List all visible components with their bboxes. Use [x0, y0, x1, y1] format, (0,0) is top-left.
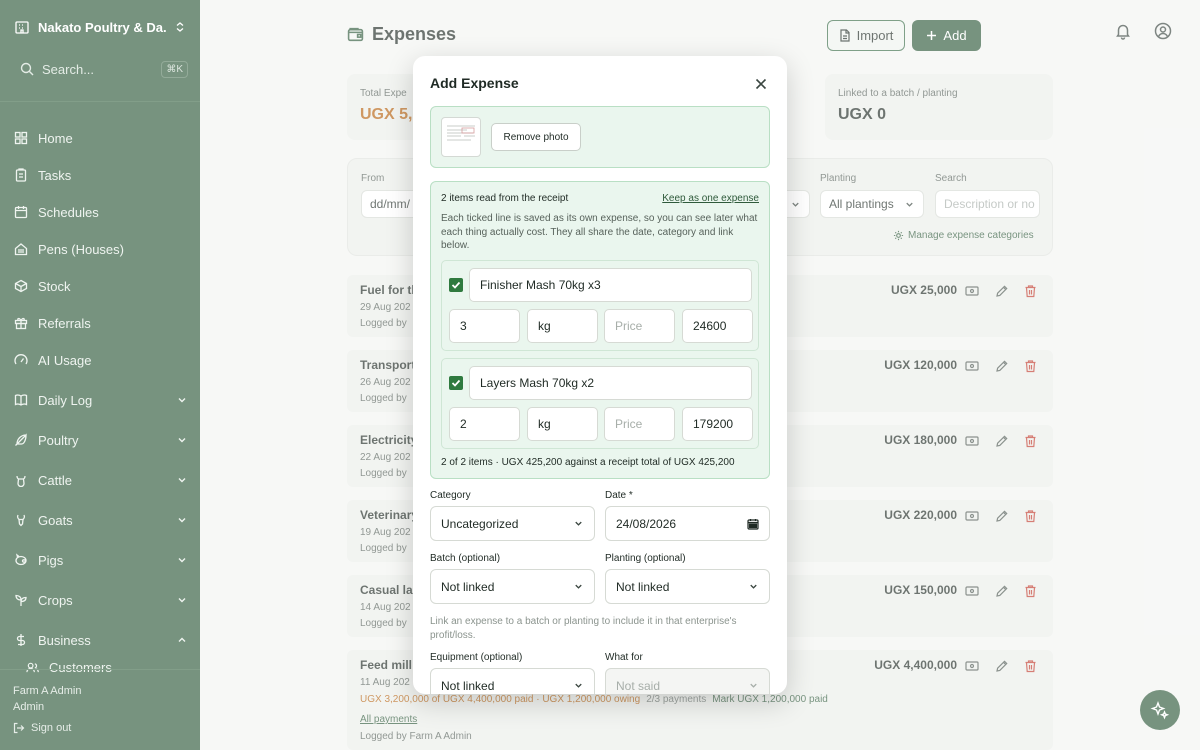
dialog-title: Add Expense — [430, 75, 519, 91]
date-label: Date * — [605, 490, 633, 501]
close-button[interactable] — [751, 74, 771, 94]
planting-label: Planting (optional) — [605, 553, 686, 564]
receipt-line-item: Finisher Mash 70kg x3 3 kg Price 24600 — [441, 260, 759, 351]
link-hint: Link an expense to a batch or planting t… — [430, 616, 737, 641]
receipt-heading: 2 items read from the receipt — [441, 193, 569, 204]
remove-photo-button[interactable]: Remove photo — [491, 123, 581, 151]
item-name-input[interactable]: Finisher Mash 70kg x3 — [469, 268, 752, 302]
receipt-items-panel: 2 items read from the receipt Keep as on… — [430, 181, 770, 479]
calendar-icon — [747, 518, 759, 530]
add-expense-dialog: Add Expense Remove photo 2 items read fr… — [413, 56, 787, 694]
item-total-input[interactable]: 24600 — [682, 309, 753, 343]
check-icon — [451, 281, 461, 289]
category-select[interactable]: Uncategorized — [430, 506, 595, 541]
item-qty-input[interactable]: 3 — [449, 309, 520, 343]
item-total-input[interactable]: 179200 — [682, 407, 753, 441]
batch-select[interactable]: Not linked — [430, 569, 595, 604]
item-unit-input[interactable]: kg — [527, 309, 598, 343]
chevron-down-icon — [575, 521, 582, 526]
equipment-label: Equipment (optional) — [430, 652, 523, 663]
item-name-input[interactable]: Layers Mash 70kg x2 — [469, 366, 752, 400]
receipt-photo-panel: Remove photo — [430, 106, 770, 168]
receipt-thumbnail — [441, 117, 481, 157]
category-value: Uncategorized — [441, 516, 519, 531]
category-label: Category — [430, 490, 471, 501]
planting-value: Not linked — [616, 579, 670, 594]
planting-select[interactable]: Not linked — [605, 569, 770, 604]
receipt-description: Each ticked line is saved as its own exp… — [441, 213, 758, 251]
chevron-down-icon — [575, 683, 582, 688]
chevron-down-icon — [750, 683, 757, 688]
item-price-input[interactable]: Price — [604, 407, 675, 441]
keep-as-one-link[interactable]: Keep as one expense — [662, 193, 759, 204]
close-icon — [755, 78, 767, 90]
check-icon — [451, 379, 461, 387]
item-qty-input[interactable]: 2 — [449, 407, 520, 441]
what-for-value: Not said — [616, 678, 661, 693]
receipt-summary: 2 of 2 items · UGX 425,200 against a rec… — [441, 457, 735, 468]
item-unit-input[interactable]: kg — [527, 407, 598, 441]
date-value: 24/08/2026 — [616, 516, 677, 531]
batch-value: Not linked — [441, 579, 495, 594]
item-price-input[interactable]: Price — [604, 309, 675, 343]
chevron-down-icon — [575, 584, 582, 589]
batch-label: Batch (optional) — [430, 553, 501, 564]
what-for-label: What for — [605, 652, 643, 663]
what-for-select[interactable]: Not said — [605, 668, 770, 694]
equipment-value: Not linked — [441, 678, 495, 693]
date-input[interactable]: 24/08/2026 — [605, 506, 770, 541]
receipt-line-item: Layers Mash 70kg x2 2 kg Price 179200 — [441, 358, 759, 449]
chevron-down-icon — [750, 584, 757, 589]
equipment-select[interactable]: Not linked — [430, 668, 595, 694]
item-checkbox[interactable] — [449, 376, 463, 390]
item-checkbox[interactable] — [449, 278, 463, 292]
receipt-image-icon — [447, 125, 475, 141]
